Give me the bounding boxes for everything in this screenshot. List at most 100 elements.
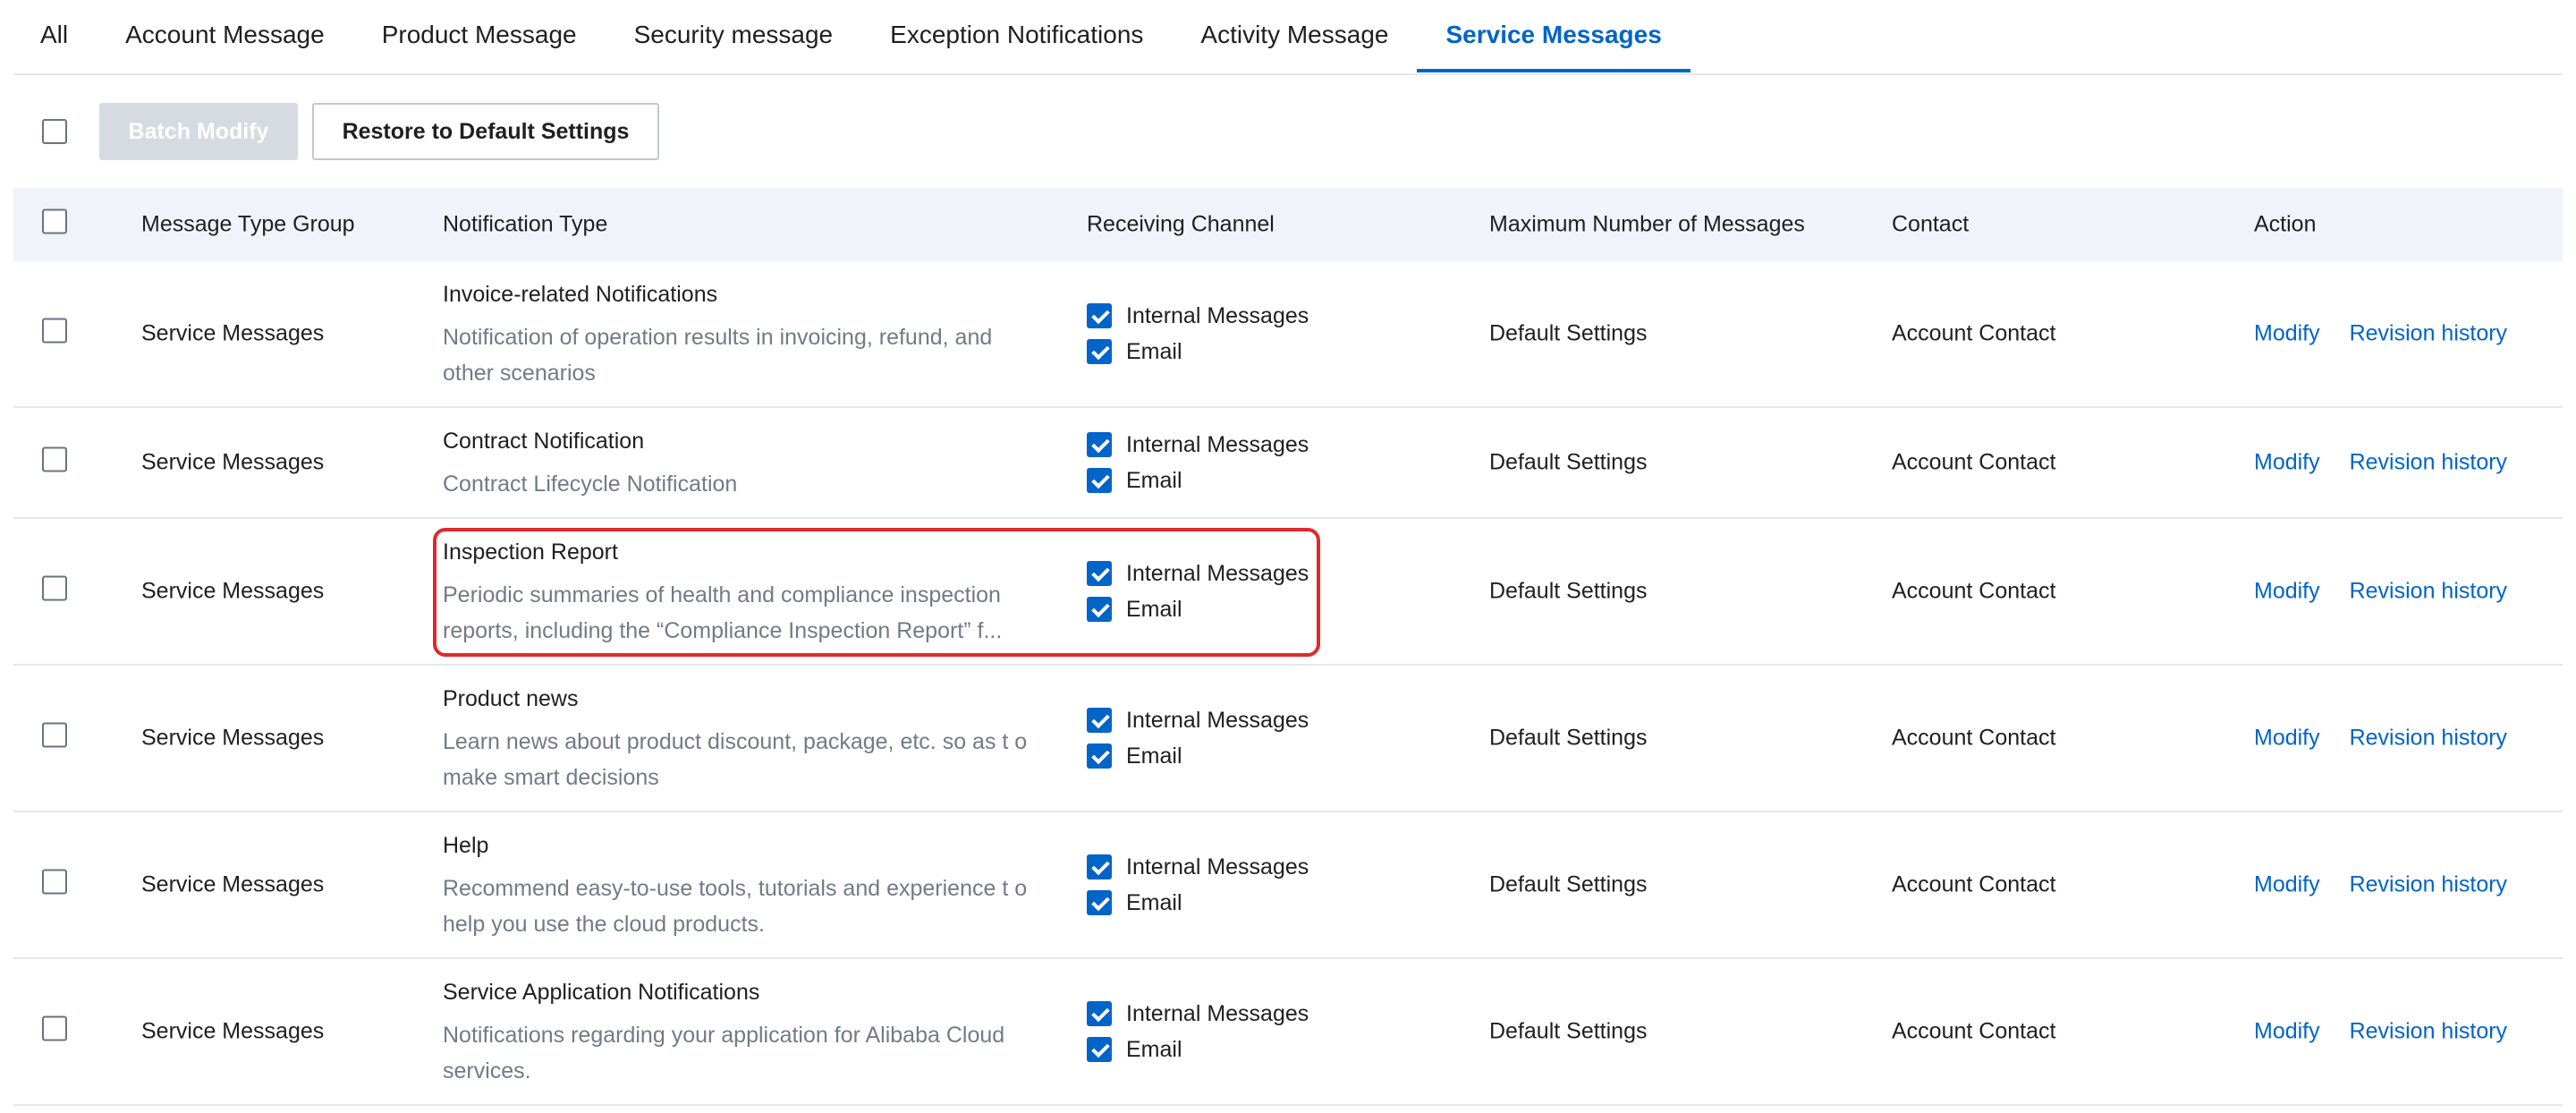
modify-link[interactable]: Modify: [2254, 321, 2320, 346]
notification-description: Contract Lifecycle Notification: [443, 472, 738, 497]
notification-type-cell: Contract Notification Contract Lifecycle…: [443, 423, 1051, 502]
contact-value: Account Contact: [1892, 449, 2056, 475]
modify-link[interactable]: Modify: [2254, 1019, 2320, 1044]
restore-default-button[interactable]: Restore to Default Settings: [312, 103, 659, 160]
email-checkbox[interactable]: [1087, 468, 1112, 493]
internal-messages-label: Internal Messages: [1126, 302, 1309, 328]
email-checkbox[interactable]: [1087, 890, 1112, 915]
revision-history-link[interactable]: Revision history: [2350, 321, 2507, 346]
table-header: Message Type Group Notification Type Rec…: [13, 188, 2563, 261]
modify-link[interactable]: Modify: [2254, 726, 2320, 751]
row-checkbox[interactable]: [42, 446, 67, 472]
tab-product-message[interactable]: Product Message: [353, 0, 606, 70]
header-notification-type: Notification Type: [443, 211, 608, 237]
channel-email: Email: [1087, 334, 1309, 370]
receiving-channel-cell: Internal Messages Email: [1087, 849, 1309, 921]
row-checkbox[interactable]: [42, 722, 67, 748]
email-checkbox[interactable]: [1087, 339, 1112, 364]
channel-email: Email: [1087, 885, 1309, 921]
notification-description: Recommend easy-to-use tools, tutorials a…: [443, 876, 1028, 937]
internal-messages-checkbox[interactable]: [1087, 303, 1112, 328]
receiving-channel-cell: Internal Messages Email: [1087, 702, 1309, 774]
internal-messages-checkbox[interactable]: [1087, 432, 1112, 457]
table-row: Service Messages Product news Learn news…: [13, 666, 2563, 812]
tab-activity-message[interactable]: Activity Message: [1172, 0, 1417, 70]
channel-internal-messages: Internal Messages: [1087, 849, 1309, 885]
email-label: Email: [1126, 596, 1182, 622]
revision-history-link[interactable]: Revision history: [2350, 726, 2507, 751]
email-checkbox[interactable]: [1087, 743, 1112, 769]
tab-security-message[interactable]: Security message: [606, 0, 862, 70]
action-cell: Modify Revision history: [2254, 872, 2530, 898]
email-label: Email: [1126, 1036, 1182, 1062]
max-messages-value: Default Settings: [1489, 578, 1648, 604]
action-cell: Modify Revision history: [2254, 579, 2530, 605]
notification-type-cell: Help Recommend easy-to-use tools, tutori…: [443, 828, 1051, 942]
email-checkbox[interactable]: [1087, 1037, 1112, 1062]
revision-history-link[interactable]: Revision history: [2350, 1019, 2507, 1044]
header-receiving-channel: Receiving Channel: [1087, 211, 1275, 237]
internal-messages-label: Internal Messages: [1126, 1000, 1309, 1026]
notification-description: Notifications regarding your application…: [443, 1023, 1005, 1083]
channel-internal-messages: Internal Messages: [1087, 702, 1309, 738]
email-label: Email: [1126, 743, 1182, 769]
notification-title: Service Application Notifications: [443, 980, 760, 1005]
notification-type-cell: Invoice-related Notifications Notificati…: [443, 276, 1051, 391]
header-select-all-checkbox[interactable]: [42, 208, 67, 234]
contact-value: Account Contact: [1892, 725, 2056, 751]
row-checkbox[interactable]: [42, 1015, 67, 1041]
internal-messages-checkbox[interactable]: [1087, 561, 1112, 586]
row-select-cell: [42, 318, 67, 350]
notification-description: Periodic summaries of health and complia…: [443, 582, 1003, 643]
internal-messages-checkbox[interactable]: [1087, 854, 1112, 879]
email-checkbox[interactable]: [1087, 597, 1112, 622]
modify-link[interactable]: Modify: [2254, 872, 2320, 897]
contact-value: Account Contact: [1892, 1018, 2056, 1044]
message-type-group: Service Messages: [141, 320, 325, 346]
row-select-cell: [42, 869, 67, 901]
channel-email: Email: [1087, 591, 1309, 627]
max-messages-value: Default Settings: [1489, 449, 1648, 475]
tab-account-message[interactable]: Account Message: [97, 0, 353, 70]
max-messages-value: Default Settings: [1489, 1018, 1648, 1044]
contact-value: Account Contact: [1892, 578, 2056, 604]
table-row: Service Messages Inspection Report Perio…: [13, 519, 2563, 666]
header-action: Action: [2254, 211, 2317, 237]
channel-email: Email: [1087, 1032, 1309, 1067]
max-messages-value: Default Settings: [1489, 725, 1648, 751]
revision-history-link[interactable]: Revision history: [2350, 579, 2507, 604]
header-max-messages: Maximum Number of Messages: [1489, 211, 1805, 237]
message-tabs: All Account Message Product Message Secu…: [13, 0, 2563, 75]
row-checkbox[interactable]: [42, 869, 67, 895]
channel-internal-messages: Internal Messages: [1087, 427, 1309, 463]
message-type-group: Service Messages: [141, 449, 325, 475]
internal-messages-checkbox[interactable]: [1087, 708, 1112, 733]
select-all-checkbox-toolbar[interactable]: [42, 119, 67, 144]
email-label: Email: [1126, 889, 1182, 915]
internal-messages-checkbox[interactable]: [1087, 1001, 1112, 1026]
notification-table: Message Type Group Notification Type Rec…: [13, 188, 2563, 1106]
notification-title: Help: [443, 833, 489, 858]
revision-history-link[interactable]: Revision history: [2350, 872, 2507, 897]
notification-type-cell: Service Application Notifications Notifi…: [443, 974, 1051, 1089]
action-cell: Modify Revision history: [2254, 1019, 2530, 1045]
message-type-group: Service Messages: [141, 578, 325, 604]
header-contact: Contact: [1892, 211, 1970, 237]
modify-link[interactable]: Modify: [2254, 450, 2320, 475]
max-messages-value: Default Settings: [1489, 320, 1648, 346]
modify-link[interactable]: Modify: [2254, 579, 2320, 604]
tab-all[interactable]: All: [13, 0, 97, 70]
notification-description: Notification of operation results in inv…: [443, 325, 993, 386]
channel-internal-messages: Internal Messages: [1087, 996, 1309, 1032]
row-checkbox[interactable]: [42, 318, 67, 344]
row-checkbox[interactable]: [42, 575, 67, 601]
table-row: Service Messages Help Recommend easy-to-…: [13, 812, 2563, 959]
tab-service-messages[interactable]: Service Messages: [1417, 0, 1691, 72]
notification-title: Product news: [443, 686, 579, 711]
row-select-cell: [42, 575, 67, 607]
notification-description: Learn news about product discount, packa…: [443, 729, 1028, 790]
batch-modify-button[interactable]: Batch Modify: [99, 103, 298, 160]
tab-exception-notifications[interactable]: Exception Notifications: [861, 0, 1172, 70]
email-label: Email: [1126, 338, 1182, 364]
revision-history-link[interactable]: Revision history: [2350, 450, 2507, 475]
